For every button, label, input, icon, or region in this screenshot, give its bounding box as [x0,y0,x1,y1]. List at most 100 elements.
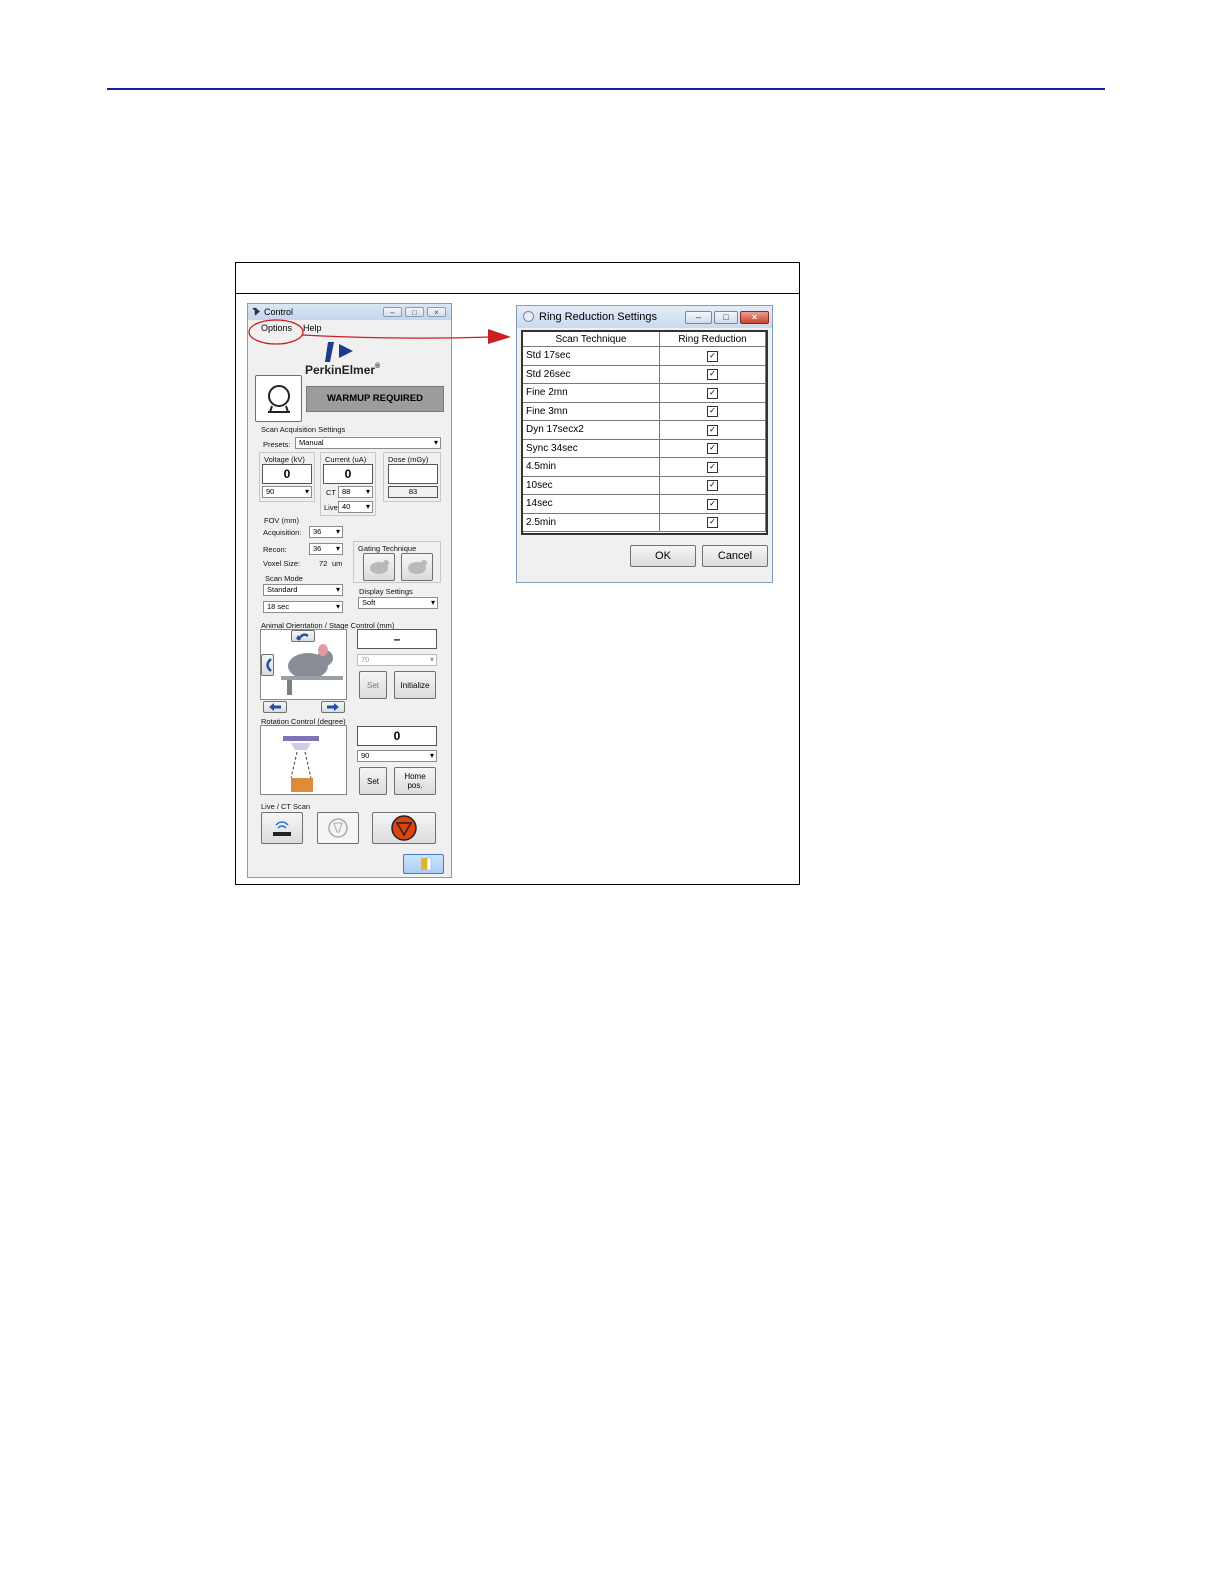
technique-cell: Std 26sec [523,365,660,384]
current-value: 0 [323,464,373,484]
rotation-set-button[interactable]: Set [359,767,387,795]
display-settings-label: Display Settings [359,587,413,596]
live-select[interactable]: 40 [338,501,373,513]
ring-reduction-checkbox[interactable]: ✓ [707,498,718,510]
stop-button[interactable] [372,812,436,844]
table-row: 14sec ✓ [523,494,766,514]
ct-scan-icon [328,818,348,838]
ct-scan-button[interactable] [317,812,359,844]
annotation-overlay [248,319,511,345]
rotation-image-panel [260,725,347,795]
scan-acq-label: Scan Acquisition Settings [261,425,346,434]
ring-reduction-checkbox[interactable]: ✓ [707,517,718,529]
ct-select[interactable]: 88 [338,486,373,498]
cancel-button[interactable]: Cancel [702,545,768,567]
table-header-row: Scan Technique Ring Reduction [523,332,766,347]
ring-reduction-checkbox[interactable]: ✓ [707,443,718,455]
dialog-title: Ring Reduction Settings [539,311,658,323]
technique-cell: 4.5min [523,457,660,477]
voxel-size-unit: um [332,559,343,568]
technique-cell: Fine 3mn [523,402,660,421]
options-highlight-ellipse [248,319,304,345]
live-xray-icon [273,821,291,836]
ring-reduction-checkbox[interactable]: ✓ [707,461,718,473]
curved-arrow-icon [296,633,309,641]
stage-position-select[interactable]: 70 [357,654,437,666]
ring-reduction-checkbox[interactable]: ✓ [707,424,718,436]
annotation-arrowhead [488,329,511,344]
display-settings-select[interactable]: Soft [358,597,438,609]
cardiac-gating-button[interactable] [401,553,433,581]
exit-door-icon [420,857,431,871]
fov-recon-select[interactable]: 36 [309,543,343,555]
ring-reduction-checkbox[interactable]: ✓ [707,387,718,399]
table-row: 10sec ✓ [523,476,766,495]
respiratory-gating-button[interactable] [363,553,395,581]
technique-cell: Sync 34sec [523,439,660,458]
rotate-left-button[interactable] [261,654,274,676]
fov-acquisition-select[interactable]: 36 [309,526,343,538]
stage-set-button[interactable]: Set [359,671,387,699]
arrow-right-icon [327,703,339,711]
mouse-gating-icon [408,560,427,574]
stop-icon [391,815,417,841]
technique-cell: Fine 2mn [523,383,660,403]
xray-source-button[interactable] [255,375,302,422]
live-label: Live [324,503,338,512]
annotation-arrow [301,334,491,339]
voltage-value: 0 [262,464,312,484]
fov-acquisition-label: Acquisition: [263,528,302,537]
ring-reduction-checkbox[interactable]: ✓ [707,369,718,381]
scanner-gantry-icon [283,736,319,792]
technique-cell: 10sec [523,476,660,495]
voltage-select[interactable]: 90 [262,486,312,498]
voxel-size-value: 72 [319,559,328,568]
technique-cell: 2.5min [523,513,660,532]
rotate-up-button[interactable] [291,630,315,642]
home-position-button[interactable]: Home pos. [394,767,436,795]
dialog-titlebar: Ring Reduction Settings – □ × [517,306,772,328]
fov-label: FOV (mm) [264,516,299,525]
stage-right-button[interactable] [321,701,345,713]
column-header-ring-reduction: Ring Reduction [659,332,766,347]
dialog-close-button[interactable]: × [740,311,769,324]
voxel-size-label: Voxel Size: [263,559,301,568]
dialog-minimize-button[interactable]: – [685,311,712,324]
dialog-app-icon [523,311,534,322]
stage-left-button[interactable] [263,701,287,713]
scan-time-select[interactable]: 18 sec [263,601,343,613]
presets-select[interactable]: Manual [295,437,441,449]
exit-button[interactable] [403,854,444,874]
stage-initialize-button[interactable]: Initialize [394,671,436,699]
technique-cell: 14sec [523,494,660,514]
ok-button[interactable]: OK [630,545,696,567]
table-row: 2.5min ✓ [523,513,766,532]
ring-reduction-checkbox[interactable]: ✓ [707,406,718,418]
table-row: Fine 2mn ✓ [523,383,766,403]
table-row: 4.5min ✓ [523,457,766,477]
gating-label: Gating Technique [358,544,417,553]
presets-label: Presets: [263,440,291,449]
ring-reduction-checkbox[interactable]: ✓ [707,480,718,492]
brand-name: PerkinElmer [305,363,376,377]
live-ct-scan-label: Live / CT Scan [261,802,311,811]
technique-cell: Std 17sec [523,346,660,366]
scan-mode-select[interactable]: Standard [263,584,343,596]
warmup-status: WARMUP REQUIRED [306,386,444,412]
table-row: Std 26sec ✓ [523,365,766,384]
table-row: Sync 34sec ✓ [523,439,766,458]
current-label: Current (uA) [325,455,367,464]
rotation-select[interactable]: 90 [357,750,437,762]
stage-position-value: – [357,629,437,649]
ct-label: CT [326,488,336,497]
arrow-left-icon [269,703,281,711]
ring-reduction-checkbox[interactable]: ✓ [707,350,718,362]
fov-recon-label: Recon: [263,545,287,554]
live-scan-button[interactable] [261,812,303,844]
table-row: Dyn 17secx2 ✓ [523,420,766,440]
dialog-maximize-button[interactable]: □ [714,311,738,324]
rotation-value: 0 [357,726,437,746]
column-header-scan-technique: Scan Technique [523,332,660,347]
curved-arrow-icon [265,658,272,672]
ring-reduction-table: Scan Technique Ring Reduction Std 17sec ✓… [521,330,768,535]
